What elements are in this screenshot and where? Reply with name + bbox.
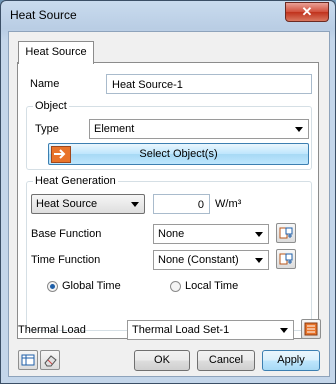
dialog-window: Heat Source ✕ Heat Source Name Heat Sour…	[0, 0, 336, 384]
type-label: Type	[35, 123, 59, 135]
ok-button[interactable]: OK	[134, 350, 190, 371]
close-button[interactable]: ✕	[285, 2, 329, 22]
title-bar[interactable]: Heat Source ✕	[1, 1, 335, 29]
name-label: Name	[30, 78, 60, 90]
time-function-value: None (Constant)	[158, 254, 239, 266]
select-objects-label: Select Object(s)	[139, 148, 218, 160]
apply-button[interactable]: Apply	[262, 350, 320, 371]
table-icon	[21, 354, 35, 366]
select-objects-button[interactable]: Select Object(s)	[48, 143, 309, 165]
eraser-icon	[44, 355, 57, 367]
heat-generation-title: Heat Generation	[33, 175, 118, 187]
local-time-radio[interactable]	[170, 281, 181, 292]
base-function-label: Base Function	[31, 228, 102, 240]
local-time-label[interactable]: Local Time	[185, 280, 238, 292]
object-group: Object Type Element Select Object(s)	[26, 100, 312, 170]
heat-kind-select[interactable]: Heat Source	[31, 194, 145, 214]
chevron-down-icon	[255, 258, 263, 263]
load-set-icon	[304, 322, 318, 336]
tab-panel: Name Heat Source-1 Object Type Element S…	[17, 62, 319, 339]
chevron-down-icon	[295, 127, 303, 132]
thermal-load-value: Thermal Load Set-1	[132, 324, 230, 336]
function-editor-icon	[279, 227, 293, 239]
global-time-radio[interactable]	[47, 281, 58, 292]
type-select-value: Element	[94, 123, 135, 135]
base-function-select[interactable]: None	[153, 224, 269, 244]
select-arrow-icon	[51, 146, 71, 163]
heat-unit-label: W/m³	[215, 198, 242, 210]
time-function-editor-button[interactable]	[276, 249, 296, 269]
function-editor-icon	[279, 253, 293, 265]
object-group-title: Object	[33, 100, 69, 112]
chevron-down-icon	[280, 328, 288, 333]
thermal-load-manager-button[interactable]	[301, 319, 321, 339]
tab-heat-source[interactable]: Heat Source	[18, 41, 94, 64]
base-function-value: None	[158, 228, 185, 240]
thermal-load-select[interactable]: Thermal Load Set-1	[127, 320, 294, 340]
chevron-down-icon	[131, 202, 139, 207]
tool-button-1[interactable]	[18, 350, 38, 370]
time-function-select[interactable]: None (Constant)	[153, 250, 269, 270]
time-function-label: Time Function	[31, 254, 101, 266]
base-function-editor-button[interactable]	[276, 223, 296, 243]
dialog-body: Heat Source Name Heat Source-1 Object Ty…	[8, 31, 330, 377]
heat-generation-group: Heat Generation Heat Source 0 W/m³ Base …	[26, 175, 312, 331]
name-field[interactable]: Heat Source-1	[106, 74, 312, 94]
cancel-button[interactable]: Cancel	[197, 350, 255, 371]
chevron-down-icon	[255, 232, 263, 237]
tool-button-2[interactable]	[40, 350, 60, 370]
heat-amount-field[interactable]: 0	[153, 194, 210, 214]
window-title: Heat Source	[10, 8, 77, 22]
global-time-label[interactable]: Global Time	[62, 280, 121, 292]
heat-kind-value: Heat Source	[36, 198, 98, 210]
thermal-load-label: Thermal Load	[18, 324, 86, 336]
type-select[interactable]: Element	[89, 119, 309, 139]
